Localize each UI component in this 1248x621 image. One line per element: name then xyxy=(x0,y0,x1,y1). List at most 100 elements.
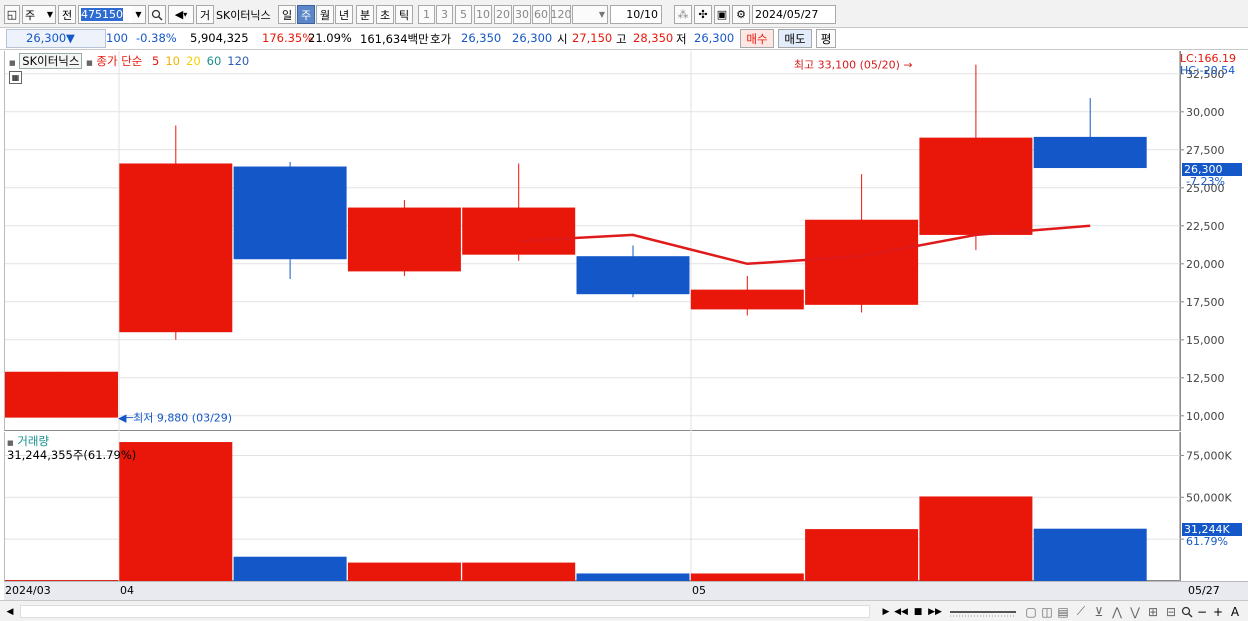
window-menu-icon[interactable]: ◱ xyxy=(4,5,20,24)
zoom-in-icon[interactable]: + xyxy=(1212,604,1224,619)
price-tick-label: 15,000 xyxy=(1186,334,1225,347)
legend-ma-10: 10 xyxy=(165,54,180,68)
volume-chart-panel[interactable]: ■ 거래량 31,244,355주(61.79%) × xyxy=(4,432,1243,581)
volume-tick-label: 50,000K xyxy=(1186,491,1232,504)
search-icon[interactable] xyxy=(1180,604,1194,619)
period-code-select[interactable]: 주 ▼ xyxy=(22,5,56,24)
legend-stock-name[interactable]: SK이터닉스 xyxy=(19,53,83,69)
volume-tag-pct: 61.79% xyxy=(1186,535,1228,548)
volume-bar xyxy=(347,562,461,581)
candle-body xyxy=(805,219,919,305)
flat-button[interactable]: 평 xyxy=(816,29,836,48)
text-tool-icon[interactable]: A xyxy=(1228,604,1242,619)
date-label-end: 05/27 xyxy=(1188,584,1220,597)
stop-icon[interactable]: ■ xyxy=(912,604,924,619)
bid-label: 호가 xyxy=(430,32,452,46)
current-price-pct: -7.23% xyxy=(1186,175,1225,188)
candle-body xyxy=(576,256,690,295)
interval-input[interactable]: ▼ xyxy=(572,5,608,24)
volume-bar xyxy=(233,556,347,581)
open-price: 27,150 xyxy=(572,31,613,45)
interval-button[interactable]: 60 xyxy=(532,5,550,24)
count-input[interactable]: 10/10 xyxy=(610,5,662,24)
draw-tool-icon[interactable]: ⊻ xyxy=(1092,604,1106,619)
rewind-icon[interactable]: ◀◀ xyxy=(894,604,908,619)
draw-tool-icon[interactable]: ⋀ xyxy=(1110,604,1124,619)
volume-bar xyxy=(805,529,919,581)
all-button[interactable]: 전 xyxy=(58,5,76,24)
calculator-icon[interactable]: ▦ xyxy=(9,71,22,84)
period-button[interactable]: 일 xyxy=(278,5,296,24)
price-tick-label: 27,500 xyxy=(1186,144,1225,157)
price-tick-label: 22,500 xyxy=(1186,220,1225,233)
draw-tool-icon[interactable]: ⋁ xyxy=(1128,604,1142,619)
chart-toolbar: ◱ 주 ▼ 전 475150 ▼ ◀ ▾ 거 SK이터닉스 일주월년분초틱 135… xyxy=(0,0,1248,28)
legend-marker-icon: ■ xyxy=(7,439,14,447)
volume-bar xyxy=(690,573,804,581)
interval-button[interactable]: 10 xyxy=(474,5,492,24)
price-axis: 10,000 12,500 15,000 17,500 20,000 22,500 25,0… xyxy=(1180,51,1248,431)
volume-ratio: 176.35% xyxy=(262,31,314,45)
legend-marker-icon: ■ xyxy=(9,59,16,67)
scroll-track[interactable] xyxy=(20,605,870,618)
draw-tool-icon[interactable]: ⊞ xyxy=(1146,604,1160,619)
period-button[interactable]: 년 xyxy=(335,5,353,24)
down-arrow-icon: ▼ xyxy=(66,31,75,45)
zoom-out-icon[interactable]: − xyxy=(1196,604,1208,619)
draw-tool-icon[interactable]: ⊟ xyxy=(1164,604,1178,619)
hc-label: HC:-20.54 xyxy=(1180,64,1236,77)
high-annotation: 최고 33,100 (05/20) → xyxy=(794,59,913,72)
draw-tool-icon[interactable]: ▢ xyxy=(1024,604,1038,619)
period-button[interactable]: 초 xyxy=(376,5,394,24)
interval-button[interactable]: 5 xyxy=(455,5,472,24)
scroll-left-icon[interactable]: ◀ xyxy=(4,604,16,619)
low-label: 저 xyxy=(676,32,687,46)
search-icon[interactable] xyxy=(148,5,166,24)
volume-chart-svg xyxy=(5,432,1181,581)
date-input[interactable]: 2024/05/27 xyxy=(752,5,836,24)
zoom-slider[interactable] xyxy=(948,604,1018,619)
interval-button[interactable]: 20 xyxy=(494,5,512,24)
candle-body xyxy=(919,137,1033,235)
buy-button[interactable]: 매수 xyxy=(740,29,774,48)
code-dropdown-icon[interactable]: ▼ xyxy=(132,5,146,24)
gear-icon[interactable]: ⚙ xyxy=(732,5,750,24)
interval-button[interactable]: 3 xyxy=(436,5,453,24)
candle-body xyxy=(347,207,461,272)
price-change: 100 xyxy=(106,31,128,45)
volume-bar xyxy=(919,496,1033,581)
geo-button[interactable]: 거 xyxy=(196,5,214,24)
sell-button[interactable]: 매도 xyxy=(778,29,812,48)
lock-icon[interactable]: ⁂ xyxy=(674,5,692,24)
price-tick-label: 20,000 xyxy=(1186,258,1225,271)
sound-icon[interactable]: ◀ ▾ xyxy=(168,5,194,24)
draw-tool-icon[interactable]: ◫ xyxy=(1040,604,1054,619)
bid-price-1: 26,350 xyxy=(461,31,502,45)
volume-tick-label: 75,000K xyxy=(1186,449,1232,462)
bottom-scroll-bar: ◀ ▶ ◀◀ ■ ▶▶ ▢ ◫ ▤ ⟋ ⊻ ⋀ ⋁ ⊞ ⊟ − + A xyxy=(0,600,1248,621)
period-button[interactable]: 분 xyxy=(356,5,374,24)
interval-button[interactable]: 1 xyxy=(418,5,435,24)
legend-ma-120: 120 xyxy=(227,54,250,68)
save-icon[interactable]: ▣ xyxy=(714,5,730,24)
volume-bar xyxy=(462,562,576,581)
legend-ma-60: 60 xyxy=(206,54,222,68)
trade-amount: 161,634백만 xyxy=(360,32,429,46)
period-code-value: 주 xyxy=(25,8,36,22)
play-icon[interactable]: ▶ xyxy=(880,604,892,619)
interval-button[interactable]: 30 xyxy=(513,5,531,24)
interval-button[interactable]: 120 xyxy=(551,5,571,24)
crosshair-icon[interactable]: ✣ xyxy=(694,5,712,24)
price-chart-panel[interactable]: 최고 33,100 (05/20) → ◀─최저 9,880 (03/29) ■ … xyxy=(4,51,1181,431)
date-label-start: 2024/03 xyxy=(5,584,51,597)
draw-tool-icon[interactable]: ▤ xyxy=(1056,604,1070,619)
period-button[interactable]: 월 xyxy=(316,5,334,24)
forward-icon[interactable]: ▶▶ xyxy=(928,604,942,619)
draw-tool-icon[interactable]: ⟋ xyxy=(1074,604,1088,619)
date-label-may: 05 xyxy=(692,584,706,597)
period-button[interactable]: 주 xyxy=(297,5,315,24)
volume-bar xyxy=(119,442,233,581)
turnover-rate: 21.09% xyxy=(308,31,352,45)
volume-bar xyxy=(1033,528,1147,581)
period-button[interactable]: 틱 xyxy=(395,5,413,24)
